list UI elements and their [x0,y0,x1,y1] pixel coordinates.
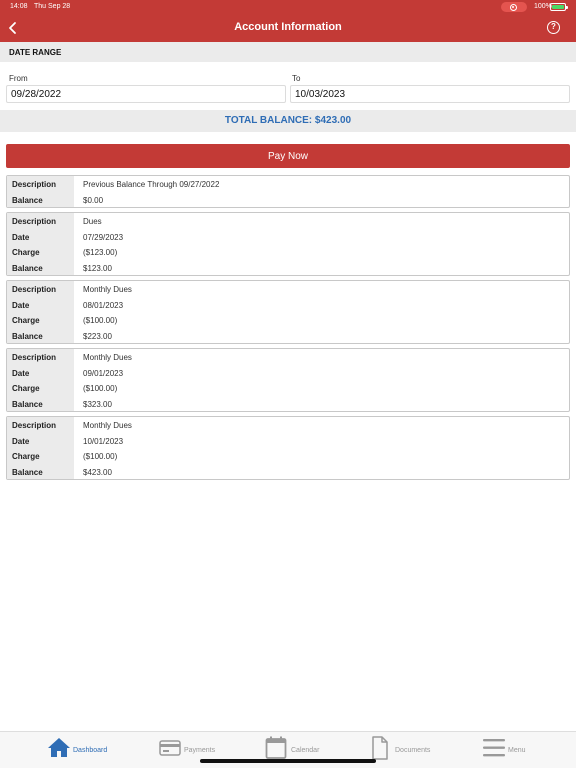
row-label: Balance [7,463,74,479]
row-value: $423.00 [83,467,112,477]
to-date-input[interactable] [290,85,570,103]
date-range-header: DATE RANGE [0,42,576,62]
row-label: Balance [7,191,74,207]
row-label: Date [7,228,74,244]
home-icon [48,738,70,757]
from-label: From [9,74,28,83]
row-value: $0.00 [83,195,104,205]
table-row: Charge ($100.00) [7,448,569,464]
row-label: Charge [7,448,74,464]
row-value: Monthly Dues [83,353,132,362]
table-row: Description Monthly Dues [7,349,569,365]
row-label: Balance [7,259,74,275]
row-value: Monthly Dues [83,285,132,294]
to-label: To [292,74,301,83]
screen-recording-icon [501,2,527,12]
table-row: Balance $223.00 [7,327,569,343]
table-row: Date 07/29/2023 [7,228,569,244]
hamburger-menu-icon [483,739,505,757]
tab-label: Documents [395,747,431,754]
row-label: Description [7,281,74,297]
tab-documents[interactable]: Documents [371,736,441,762]
row-label: Description [7,213,74,229]
table-row: Balance $123.00 [7,259,569,275]
tab-label: Menu [508,747,526,754]
row-value: 07/29/2023 [83,232,124,242]
table-row: Date 09/01/2023 [7,364,569,380]
row-label: Charge [7,312,74,328]
table-row: Date 08/01/2023 [7,296,569,312]
table-row: Charge ($100.00) [7,312,569,328]
row-label: Balance [7,327,74,343]
tab-dashboard[interactable]: Dashboard [47,736,117,762]
from-date-input[interactable] [6,85,286,103]
table-row: Balance $0.00 [7,191,569,207]
table-row: Description Monthly Dues [7,281,569,297]
transaction-card: Description Monthly Dues Date 08/01/2023 C… [6,280,570,344]
table-row: Balance $423.00 [7,463,569,479]
home-indicator [200,759,376,763]
row-value: ($100.00) [83,384,118,393]
table-row: Charge ($100.00) [7,380,569,396]
row-label: Description [7,417,74,433]
row-value: ($100.00) [83,452,118,461]
app-header: 14:08 Thu Sep 28 100% Account Informatio… [0,0,576,42]
table-row: Balance $323.00 [7,395,569,411]
help-icon[interactable]: ? [547,21,560,34]
row-value: $223.00 [83,331,112,341]
status-bar: 14:08 Thu Sep 28 100% [0,0,576,14]
row-value: 08/01/2023 [83,300,124,310]
date-range-label: DATE RANGE [9,48,62,57]
transaction-card: Description Dues Date 07/29/2023 Charge ($1… [6,212,570,276]
battery-icon [550,3,568,11]
table-row: Charge ($123.00) [7,244,569,260]
row-label: Charge [7,380,74,396]
tab-label: Dashboard [73,747,108,754]
tab-menu[interactable]: Menu [482,736,532,762]
row-value: $123.00 [83,263,112,273]
pay-now-button[interactable]: Pay Now [6,144,570,168]
row-value: Dues [83,217,102,226]
row-value: ($100.00) [83,316,118,325]
page-title: Account Information [234,21,342,33]
table-row: Date 10/01/2023 [7,432,569,448]
row-value: Previous Balance Through 09/27/2022 [83,180,220,189]
row-value: ($123.00) [83,248,118,257]
row-value: $323.00 [83,399,112,409]
transaction-card: Description Monthly Dues Date 09/01/2023 C… [6,348,570,412]
row-label: Description [7,349,74,365]
credit-card-icon [159,740,181,756]
row-label: Date [7,432,74,448]
transaction-card: Description Previous Balance Through 09/2… [6,175,570,208]
tab-label: Calendar [291,747,320,754]
row-label: Description [7,176,74,192]
row-label: Date [7,296,74,312]
calendar-icon [265,736,287,759]
table-row: Description Dues [7,213,569,229]
transaction-card: Description Monthly Dues Date 10/01/2023 C… [6,416,570,480]
row-label: Charge [7,244,74,260]
row-value: Monthly Dues [83,421,132,430]
row-value: 10/01/2023 [83,436,124,446]
table-row: Description Previous Balance Through 09/2… [7,176,569,192]
total-balance: TOTAL BALANCE: $423.00 [0,110,576,132]
tab-label: Payments [184,747,216,754]
status-time: 14:08 [10,3,28,10]
row-label: Date [7,364,74,380]
row-value: 09/01/2023 [83,368,124,378]
status-date: Thu Sep 28 [34,3,71,10]
document-icon [372,736,388,760]
row-label: Balance [7,395,74,411]
table-row: Description Monthly Dues [7,417,569,433]
